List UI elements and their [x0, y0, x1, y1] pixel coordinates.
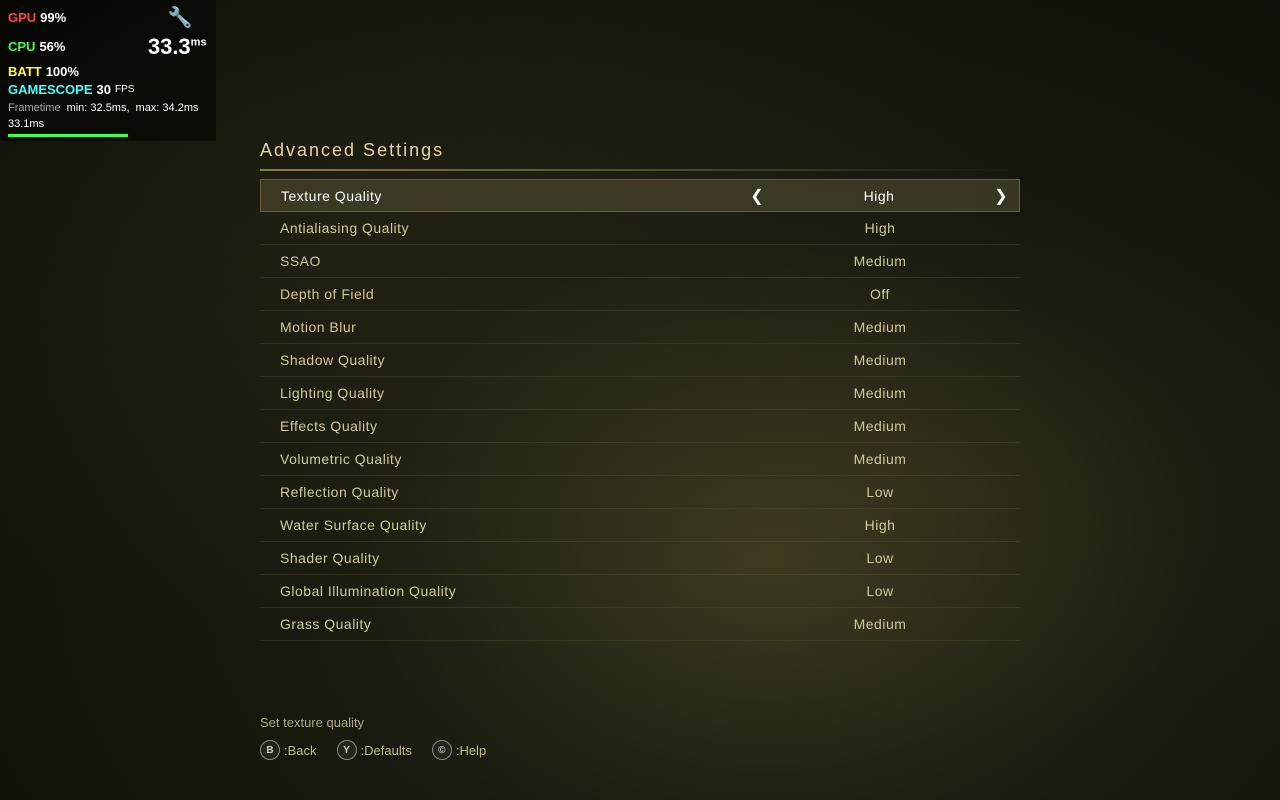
settings-value-area: Medium: [740, 352, 1020, 368]
button-icon: ©: [432, 740, 452, 760]
settings-table: Texture Quality❮High❯Antialiasing Qualit…: [260, 179, 1020, 641]
main-content: Advanced Settings Texture Quality❮High❯A…: [0, 140, 1280, 800]
button-label: :Back: [284, 743, 317, 758]
hud-cpu-label: CPU: [8, 38, 35, 56]
settings-value: Medium: [740, 385, 1020, 401]
settings-row[interactable]: Reflection QualityLow: [260, 476, 1020, 509]
settings-value-area: Low: [740, 484, 1020, 500]
hint-text: Set texture quality: [260, 715, 486, 730]
settings-row[interactable]: Shadow QualityMedium: [260, 344, 1020, 377]
right-arrow-button[interactable]: ❯: [983, 186, 1019, 206]
settings-value-area: Medium: [740, 418, 1020, 434]
settings-value: Medium: [740, 352, 1020, 368]
settings-label: Shadow Quality: [260, 352, 740, 368]
settings-row[interactable]: Effects QualityMedium: [260, 410, 1020, 443]
settings-label: Reflection Quality: [260, 484, 740, 500]
button-label: :Defaults: [361, 743, 412, 758]
settings-row[interactable]: Texture Quality❮High❯: [260, 179, 1020, 212]
hud-cpu-val: 56%: [39, 38, 65, 56]
controls-row: B :Back Y :Defaults © :Help: [260, 740, 486, 760]
control-button[interactable]: B :Back: [260, 740, 317, 760]
hud-batt-label: BATT: [8, 63, 42, 81]
page-title: Advanced Settings: [260, 140, 444, 161]
settings-value: Medium: [740, 418, 1020, 434]
settings-label: SSAO: [260, 253, 740, 269]
settings-label: Global Illumination Quality: [260, 583, 740, 599]
settings-value-area: Medium: [740, 616, 1020, 632]
left-arrow-button[interactable]: ❮: [739, 186, 775, 206]
hud-frametime-max: max: 34.2ms: [136, 101, 199, 116]
settings-value-area: High: [740, 517, 1020, 533]
settings-row[interactable]: Lighting QualityMedium: [260, 377, 1020, 410]
hud-ms-val: 33.3ms: [148, 32, 207, 63]
settings-value: Medium: [740, 319, 1020, 335]
settings-value: Low: [740, 550, 1020, 566]
hud-frametime-bar: [8, 134, 208, 137]
button-icon: Y: [337, 740, 357, 760]
hud-batt-val: 100%: [46, 63, 79, 81]
settings-label: Motion Blur: [260, 319, 740, 335]
settings-value: High: [740, 517, 1020, 533]
button-icon: B: [260, 740, 280, 760]
settings-label: Lighting Quality: [260, 385, 740, 401]
settings-row[interactable]: Grass QualityMedium: [260, 608, 1020, 641]
settings-label: Texture Quality: [261, 188, 739, 204]
settings-label: Shader Quality: [260, 550, 740, 566]
settings-value: Low: [740, 484, 1020, 500]
settings-label: Volumetric Quality: [260, 451, 740, 467]
settings-label: Water Surface Quality: [260, 517, 740, 533]
settings-value-area: ❮High❯: [739, 186, 1019, 206]
settings-value: Off: [740, 286, 1020, 302]
settings-value-area: Medium: [740, 319, 1020, 335]
settings-value: Low: [740, 583, 1020, 599]
hud-gpu-label: GPU: [8, 9, 36, 27]
bottom-section: Set texture quality B :Back Y :Defaults © :He…: [260, 715, 486, 760]
settings-value: Medium: [740, 616, 1020, 632]
settings-value-area: Low: [740, 583, 1020, 599]
settings-row[interactable]: Shader QualityLow: [260, 542, 1020, 575]
settings-label: Effects Quality: [260, 418, 740, 434]
performance-hud: GPU 99% 🔧 CPU 56% 33.3ms BATT 100% GAMES…: [0, 0, 216, 141]
settings-label: Antialiasing Quality: [260, 220, 740, 236]
settings-value-area: Medium: [740, 385, 1020, 401]
hud-gpu-val: 99%: [40, 9, 66, 27]
hud-frametime-current: 33.1ms: [8, 117, 44, 132]
title-underline: [260, 169, 1020, 171]
settings-value-area: High: [740, 220, 1020, 236]
settings-row[interactable]: Antialiasing QualityHigh: [260, 212, 1020, 245]
settings-label: Grass Quality: [260, 616, 740, 632]
settings-label: Depth of Field: [260, 286, 740, 302]
settings-row[interactable]: Global Illumination QualityLow: [260, 575, 1020, 608]
settings-row[interactable]: Motion BlurMedium: [260, 311, 1020, 344]
settings-value-area: Medium: [740, 253, 1020, 269]
hud-gamescope-label: GAMESCOPE: [8, 81, 93, 99]
settings-row[interactable]: SSAOMedium: [260, 245, 1020, 278]
settings-value-area: Low: [740, 550, 1020, 566]
settings-value: High: [740, 220, 1020, 236]
settings-value-area: Medium: [740, 451, 1020, 467]
settings-row[interactable]: Volumetric QualityMedium: [260, 443, 1020, 476]
settings-row[interactable]: Water Surface QualityHigh: [260, 509, 1020, 542]
hud-frametime-label: Frametime: [8, 101, 61, 116]
control-button[interactable]: Y :Defaults: [337, 740, 412, 760]
hud-frametime-min: min: 32.5ms,: [67, 101, 130, 116]
settings-value: Medium: [740, 451, 1020, 467]
hud-fps-val: 30: [97, 81, 111, 99]
wrench-icon: 🔧: [168, 4, 193, 32]
settings-value-area: Off: [740, 286, 1020, 302]
settings-value: Medium: [740, 253, 1020, 269]
hud-fps-unit: FPS: [115, 83, 134, 97]
control-button[interactable]: © :Help: [432, 740, 486, 760]
settings-row[interactable]: Depth of FieldOff: [260, 278, 1020, 311]
button-label: :Help: [456, 743, 486, 758]
settings-value: High: [775, 188, 983, 204]
